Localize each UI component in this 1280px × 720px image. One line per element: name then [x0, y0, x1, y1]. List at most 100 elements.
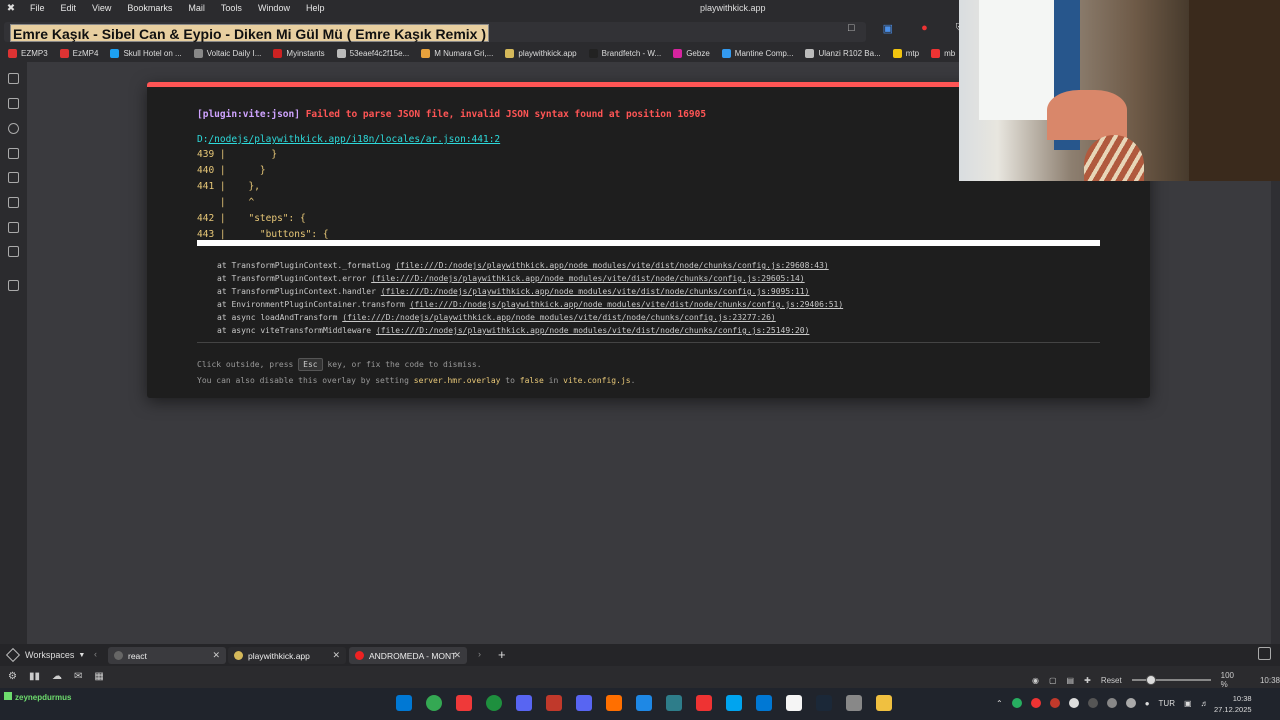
image-icon[interactable]: ▤ — [1067, 676, 1075, 685]
volume-icon[interactable]: ♬ — [1201, 699, 1209, 708]
tray-app-icon[interactable] — [1125, 698, 1136, 708]
mail-panel-icon[interactable] — [8, 246, 19, 257]
chevron-left-icon[interactable]: ‹ — [94, 649, 97, 659]
chevron-up-icon[interactable]: ⌃ — [996, 699, 1003, 708]
page-actions-icon[interactable]: ✚ — [1084, 676, 1091, 685]
stack-location-link[interactable]: (file:///D:/nodejs/playwithkick.app/node… — [410, 300, 843, 309]
taskbar-app-icon[interactable] — [426, 695, 442, 711]
taskbar-app-icon[interactable] — [816, 695, 832, 711]
stack-location-link[interactable]: (file:///D:/nodejs/playwithkick.app/node… — [395, 261, 828, 270]
bookmark-label: Brandfetch - W... — [601, 48, 662, 58]
bookmark-item[interactable]: Gebze — [673, 48, 710, 58]
bookmark-item[interactable]: Brandfetch - W... — [588, 48, 662, 58]
taskbar-app-icon[interactable] — [516, 695, 532, 711]
taskbar-app-icon[interactable] — [546, 695, 562, 711]
capture-icon[interactable]: ◉ — [1032, 676, 1039, 685]
bookmark-icon[interactable]: □ — [848, 22, 855, 35]
settings-icon[interactable]: ⚙ — [8, 671, 17, 682]
translate-icon[interactable]: ▣ — [883, 22, 893, 35]
taskbar-app-icon[interactable] — [786, 695, 802, 711]
vivaldi-logo-icon[interactable]: ✖ — [0, 3, 22, 14]
tab-react[interactable]: react ✕ — [108, 647, 226, 664]
new-tab-button[interactable]: + — [498, 647, 506, 662]
bookmark-item[interactable]: EzMP4 — [59, 48, 98, 58]
bookmark-item[interactable]: Mantine Comp... — [721, 48, 793, 58]
tab-andromeda[interactable]: ANDROMEDA - MONT ✕ — [349, 647, 467, 664]
calendar-icon[interactable]: ▦ — [94, 671, 103, 682]
record-icon[interactable]: ● — [921, 22, 928, 35]
reading-list-panel-icon[interactable] — [8, 222, 19, 233]
menu-view[interactable]: View — [84, 3, 119, 13]
menu-window[interactable]: Window — [250, 3, 298, 13]
bookmark-item[interactable]: Skull Hotel on ... — [110, 48, 182, 58]
menu-tools[interactable]: Tools — [213, 3, 250, 13]
downloads-panel-icon[interactable] — [8, 98, 19, 109]
translate-panel-icon[interactable] — [8, 172, 19, 183]
taskbar-app-icon[interactable] — [606, 695, 622, 711]
microphone-icon[interactable]: ● — [1145, 699, 1150, 708]
menu-help[interactable]: Help — [298, 3, 333, 13]
menu-bookmarks[interactable]: Bookmarks — [119, 3, 180, 13]
mail-icon[interactable]: ✉ — [74, 671, 82, 682]
tip2-code-value: false — [519, 376, 544, 385]
zoom-reset-button[interactable]: Reset — [1101, 676, 1122, 685]
taskbar-app-icon[interactable] — [456, 695, 472, 711]
add-panel-icon[interactable] — [8, 280, 19, 291]
taskbar-app-icon[interactable] — [486, 695, 502, 711]
file-path[interactable]: /nodejs/playwithkick.app/i18n/locales/ar… — [208, 134, 500, 145]
stack-location-link[interactable]: (file:///D:/nodejs/playwithkick.app/node… — [381, 287, 810, 296]
menu-mail[interactable]: Mail — [180, 3, 213, 13]
tray-app-icon[interactable] — [1030, 698, 1041, 708]
bookmark-item[interactable]: M Numara Gri,... — [421, 48, 493, 58]
bookmarks-panel-icon[interactable] — [8, 73, 19, 84]
bookmark-item[interactable]: Ulanzi R102 Ba... — [805, 48, 881, 58]
taskbar-app-icon[interactable] — [636, 695, 652, 711]
close-icon[interactable]: ✕ — [453, 650, 461, 661]
window-title: playwithkick.app — [700, 3, 766, 13]
stack-location-link[interactable]: (file:///D:/nodejs/playwithkick.app/node… — [371, 274, 804, 283]
tray-app-icon[interactable] — [1087, 698, 1098, 708]
history-panel-icon[interactable] — [8, 123, 19, 134]
taskbar-app-icon[interactable] — [396, 695, 412, 711]
zoom-slider[interactable] — [1131, 675, 1211, 685]
taskbar-app-icon[interactable] — [576, 695, 592, 711]
panel-icon[interactable]: ▮▮ — [29, 671, 40, 682]
tab-playwithkick[interactable]: playwithkick.app ✕ — [228, 647, 346, 664]
zoom-knob[interactable] — [1145, 675, 1156, 685]
window-panel-icon[interactable] — [8, 197, 19, 208]
taskbar-app-icon[interactable] — [756, 695, 772, 711]
notes-panel-icon[interactable] — [8, 148, 19, 159]
bookmark-item[interactable]: Myinstants — [273, 48, 325, 58]
code-frame-scrollbar[interactable] — [197, 240, 1100, 246]
bookmark-item[interactable]: mb — [931, 48, 955, 58]
taskbar-app-icon[interactable] — [666, 695, 682, 711]
menu-file[interactable]: File — [22, 3, 53, 13]
tray-app-icon[interactable] — [1011, 698, 1022, 708]
close-icon[interactable]: ✕ — [212, 650, 220, 661]
taskbar-app-icon[interactable] — [846, 695, 862, 711]
menu-edit[interactable]: Edit — [53, 3, 85, 13]
taskbar-clock[interactable]: 10:38 27.12.2025 — [1214, 693, 1252, 715]
panel-toggle-icon[interactable] — [1258, 647, 1271, 660]
workspaces-button[interactable]: Workspaces ▼ — [0, 647, 98, 663]
tiling-icon[interactable]: ▢ — [1049, 676, 1057, 685]
bookmark-item[interactable]: 53eaef4c2f15e... — [336, 48, 409, 58]
stack-location-link[interactable]: (file:///D:/nodejs/playwithkick.app/node… — [342, 313, 775, 322]
taskbar-app-icon[interactable] — [696, 695, 712, 711]
bookmark-item[interactable]: EZMP3 — [8, 48, 48, 58]
network-icon[interactable]: ▣ — [1184, 699, 1192, 708]
bookmark-item[interactable]: Voltaic Daily I... — [193, 48, 261, 58]
tray-app-icon[interactable] — [1106, 698, 1117, 708]
tray-app-icon[interactable] — [1068, 698, 1079, 708]
chevron-right-icon[interactable]: › — [478, 649, 481, 659]
taskbar-app-icon[interactable] — [876, 695, 892, 711]
close-icon[interactable]: ✕ — [332, 650, 340, 661]
bookmark-item[interactable]: mtp — [892, 48, 919, 58]
error-file-link[interactable]: D:/nodejs/playwithkick.app/i18n/locales/… — [197, 134, 500, 145]
cloud-icon[interactable]: ☁ — [52, 671, 62, 682]
bookmark-item[interactable]: playwithkick.app — [505, 48, 577, 58]
stack-location-link[interactable]: (file:///D:/nodejs/playwithkick.app/node… — [376, 326, 809, 335]
language-indicator[interactable]: TUR — [1159, 699, 1175, 708]
tray-app-icon[interactable] — [1049, 698, 1060, 708]
taskbar-app-icon[interactable] — [726, 695, 742, 711]
